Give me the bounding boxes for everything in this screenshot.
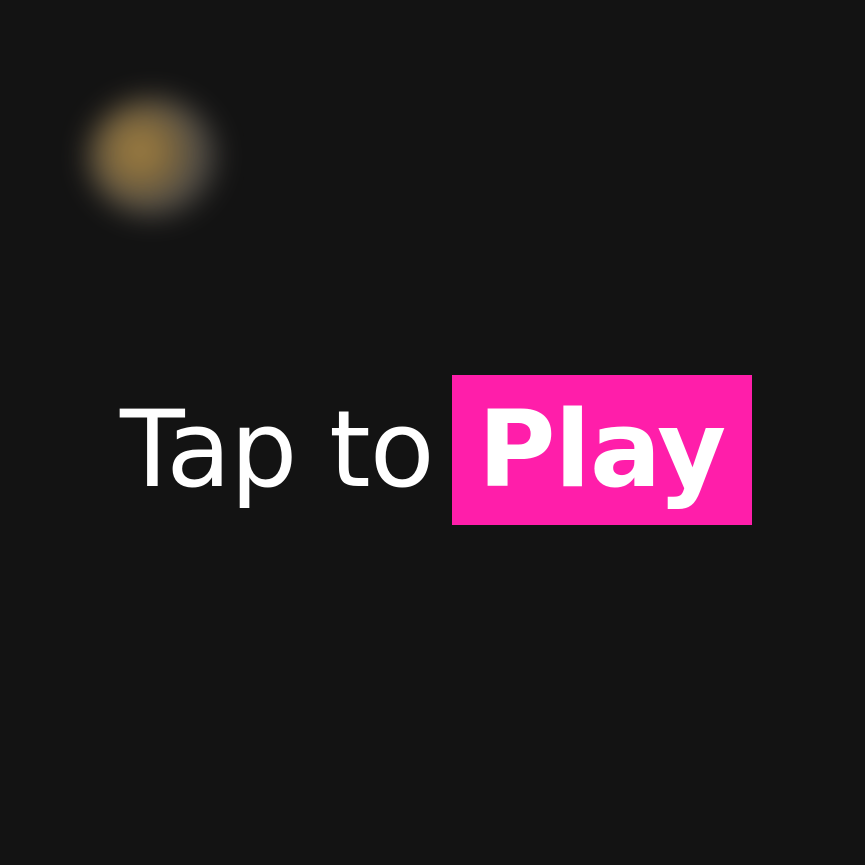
prompt-lead-text: Tap to <box>120 388 435 511</box>
play-button[interactable]: Play <box>451 375 752 525</box>
blurred-light-orb <box>88 98 218 216</box>
tap-to-play-prompt[interactable]: Tap to Play <box>120 375 752 525</box>
game-screen[interactable]: Tap to Play <box>0 0 865 865</box>
play-button-label: Play <box>477 388 726 511</box>
